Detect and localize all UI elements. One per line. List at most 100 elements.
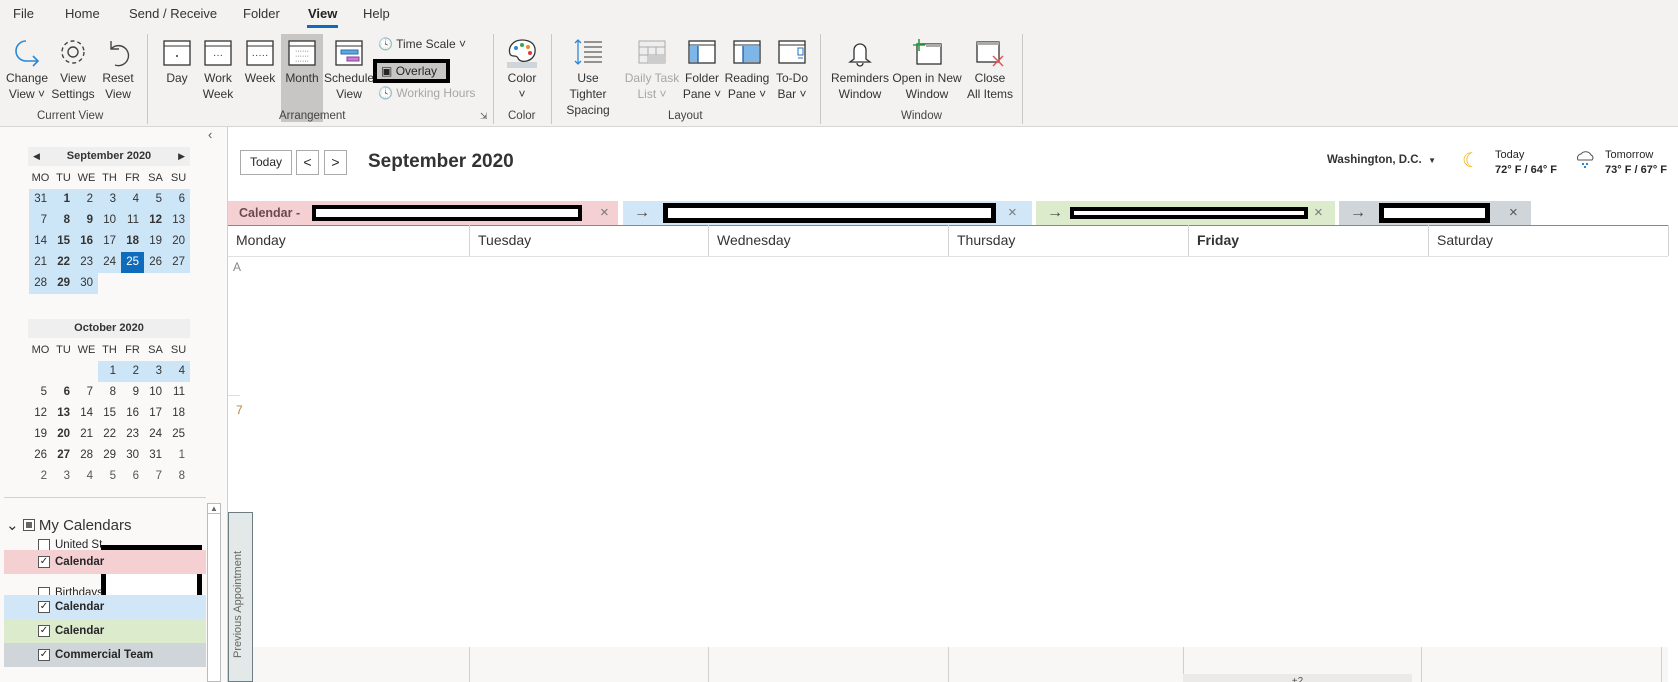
date-cell[interactable]: 12 bbox=[144, 210, 167, 231]
date-cell[interactable]: 5 bbox=[144, 189, 167, 210]
group-checkbox[interactable] bbox=[22, 519, 35, 531]
tab-view[interactable]: View bbox=[308, 6, 337, 21]
scroll-up-icon[interactable]: ▲ bbox=[208, 504, 220, 514]
today-button[interactable]: Today bbox=[240, 150, 292, 175]
weather-location-dropdown[interactable]: Washington, D.C. ▼ bbox=[1327, 154, 1436, 166]
date-cell[interactable]: 26 bbox=[144, 252, 167, 273]
date-cell[interactable]: 16 bbox=[121, 403, 144, 424]
date-cell[interactable]: 7 bbox=[144, 466, 167, 487]
date-cell[interactable]: 26 bbox=[29, 445, 52, 466]
calendar-list-item[interactable]: ✓ Calendar bbox=[4, 619, 206, 643]
arrow-right-icon[interactable]: → bbox=[1047, 201, 1063, 225]
month-view-button[interactable]: ······ ······ ······ Month bbox=[281, 34, 323, 122]
date-cell[interactable]: 25 bbox=[121, 252, 144, 273]
color-button[interactable]: Color ˅ bbox=[502, 34, 542, 102]
next-button[interactable]: > bbox=[324, 150, 347, 175]
close-tab-icon[interactable]: × bbox=[1008, 201, 1017, 225]
work-week-view-button[interactable]: ··· Work Week bbox=[200, 34, 236, 102]
date-cell[interactable]: 12 bbox=[29, 403, 52, 424]
dialog-launcher-icon[interactable]: ⇲ bbox=[480, 111, 488, 122]
date-cell[interactable]: 6 bbox=[167, 189, 190, 210]
date-cell[interactable]: 2 bbox=[29, 466, 52, 487]
date-cell[interactable]: 30 bbox=[75, 273, 98, 294]
date-cell[interactable]: 3 bbox=[144, 361, 167, 382]
use-tighter-spacing-button[interactable]: Use Tighter Spacing bbox=[558, 34, 618, 118]
date-cell[interactable]: 5 bbox=[29, 382, 52, 403]
date-cell[interactable]: 17 bbox=[144, 403, 167, 424]
reading-pane-button[interactable]: Reading Pane ˅ bbox=[723, 34, 771, 102]
date-cell[interactable]: 6 bbox=[52, 382, 75, 403]
date-cell[interactable]: 4 bbox=[121, 189, 144, 210]
date-cell[interactable]: 8 bbox=[98, 382, 121, 403]
date-cell[interactable]: 19 bbox=[144, 231, 167, 252]
date-cell[interactable]: 25 bbox=[167, 424, 190, 445]
date-cell[interactable]: 31 bbox=[144, 445, 167, 466]
scrollbar[interactable]: ▲ bbox=[207, 503, 221, 682]
prev-month-icon[interactable]: ◀ bbox=[33, 147, 40, 166]
calendar-tab[interactable]: → × bbox=[623, 201, 1032, 225]
folder-pane-button[interactable]: Folder Pane ˅ bbox=[682, 34, 722, 102]
date-cell[interactable]: 5 bbox=[98, 466, 121, 487]
date-cell[interactable]: 2 bbox=[121, 361, 144, 382]
calendar-tab[interactable]: → × bbox=[1339, 201, 1531, 225]
week-view-button[interactable]: ····· Week bbox=[242, 34, 278, 86]
time-scale-button[interactable]: 🕓 Time Scale ˅ bbox=[378, 37, 466, 51]
date-cell[interactable]: 9 bbox=[75, 210, 98, 231]
date-cell[interactable]: 17 bbox=[98, 231, 121, 252]
date-cell[interactable]: 30 bbox=[121, 445, 144, 466]
working-hours-button[interactable]: 🕓 Working Hours bbox=[378, 86, 475, 100]
date-cell[interactable]: 4 bbox=[75, 466, 98, 487]
date-cell[interactable]: 29 bbox=[98, 445, 121, 466]
date-cell[interactable]: 24 bbox=[144, 424, 167, 445]
date-cell[interactable]: 22 bbox=[52, 252, 75, 273]
date-cell[interactable]: 23 bbox=[75, 252, 98, 273]
date-cell[interactable]: 23 bbox=[121, 424, 144, 445]
open-in-new-window-button[interactable]: Open in New Window bbox=[891, 34, 963, 102]
date-cell[interactable]: 18 bbox=[121, 231, 144, 252]
calendar-list-item[interactable]: ✓ Calendar bbox=[4, 550, 206, 574]
date-cell[interactable]: 8 bbox=[52, 210, 75, 231]
date-cell[interactable]: 27 bbox=[52, 445, 75, 466]
schedule-view-button[interactable]: Schedule View bbox=[324, 34, 374, 102]
checkbox[interactable]: ✓ bbox=[38, 556, 50, 568]
date-cell[interactable]: 8 bbox=[167, 466, 190, 487]
change-view-button[interactable]: Change View ˅ bbox=[4, 34, 50, 102]
view-settings-button[interactable]: View Settings bbox=[50, 34, 96, 102]
date-cell[interactable]: 28 bbox=[29, 273, 52, 294]
arrow-right-icon[interactable]: → bbox=[1350, 201, 1366, 225]
date-cell[interactable]: 16 bbox=[75, 231, 98, 252]
date-cell[interactable]: 20 bbox=[52, 424, 75, 445]
more-items-indicator[interactable]: +2 bbox=[1183, 674, 1412, 682]
checkbox[interactable]: ✓ bbox=[38, 649, 50, 661]
my-calendars-group[interactable]: ⌄ My Calendars bbox=[6, 516, 131, 534]
close-all-items-button[interactable]: Close All Items bbox=[964, 34, 1016, 102]
calendar-tab[interactable]: Calendar - × bbox=[228, 201, 618, 225]
date-cell[interactable]: 13 bbox=[52, 403, 75, 424]
previous-appointment-button[interactable]: Previous Appointment bbox=[228, 512, 253, 682]
reminders-window-button[interactable]: Reminders Window bbox=[829, 34, 891, 102]
reset-view-button[interactable]: Reset View bbox=[100, 34, 136, 102]
date-cell[interactable]: 10 bbox=[98, 210, 121, 231]
date-cell[interactable]: 14 bbox=[75, 403, 98, 424]
date-cell[interactable]: 28 bbox=[75, 445, 98, 466]
daily-task-list-button[interactable]: Daily Task List ˅ bbox=[624, 34, 680, 102]
date-cell[interactable]: 1 bbox=[98, 361, 121, 382]
next-month-icon[interactable]: ▶ bbox=[178, 147, 185, 166]
previous-button[interactable]: < bbox=[296, 150, 319, 175]
date-cell[interactable]: 15 bbox=[98, 403, 121, 424]
close-tab-icon[interactable]: × bbox=[1314, 201, 1323, 225]
date-cell[interactable]: 2 bbox=[75, 189, 98, 210]
date-cell[interactable]: 18 bbox=[167, 403, 190, 424]
date-cell[interactable]: 6 bbox=[121, 466, 144, 487]
date-cell[interactable]: 13 bbox=[167, 210, 190, 231]
checkbox[interactable]: ✓ bbox=[38, 625, 50, 637]
date-cell[interactable]: 7 bbox=[75, 382, 98, 403]
date-cell[interactable]: 11 bbox=[121, 210, 144, 231]
date-cell[interactable]: 11 bbox=[167, 382, 190, 403]
tab-help[interactable]: Help bbox=[363, 6, 390, 21]
date-cell[interactable]: 10 bbox=[144, 382, 167, 403]
date-cell[interactable]: 7 bbox=[29, 210, 52, 231]
tab-folder[interactable]: Folder bbox=[243, 6, 280, 21]
date-cell[interactable]: 1 bbox=[52, 189, 75, 210]
date-cell[interactable]: 21 bbox=[29, 252, 52, 273]
